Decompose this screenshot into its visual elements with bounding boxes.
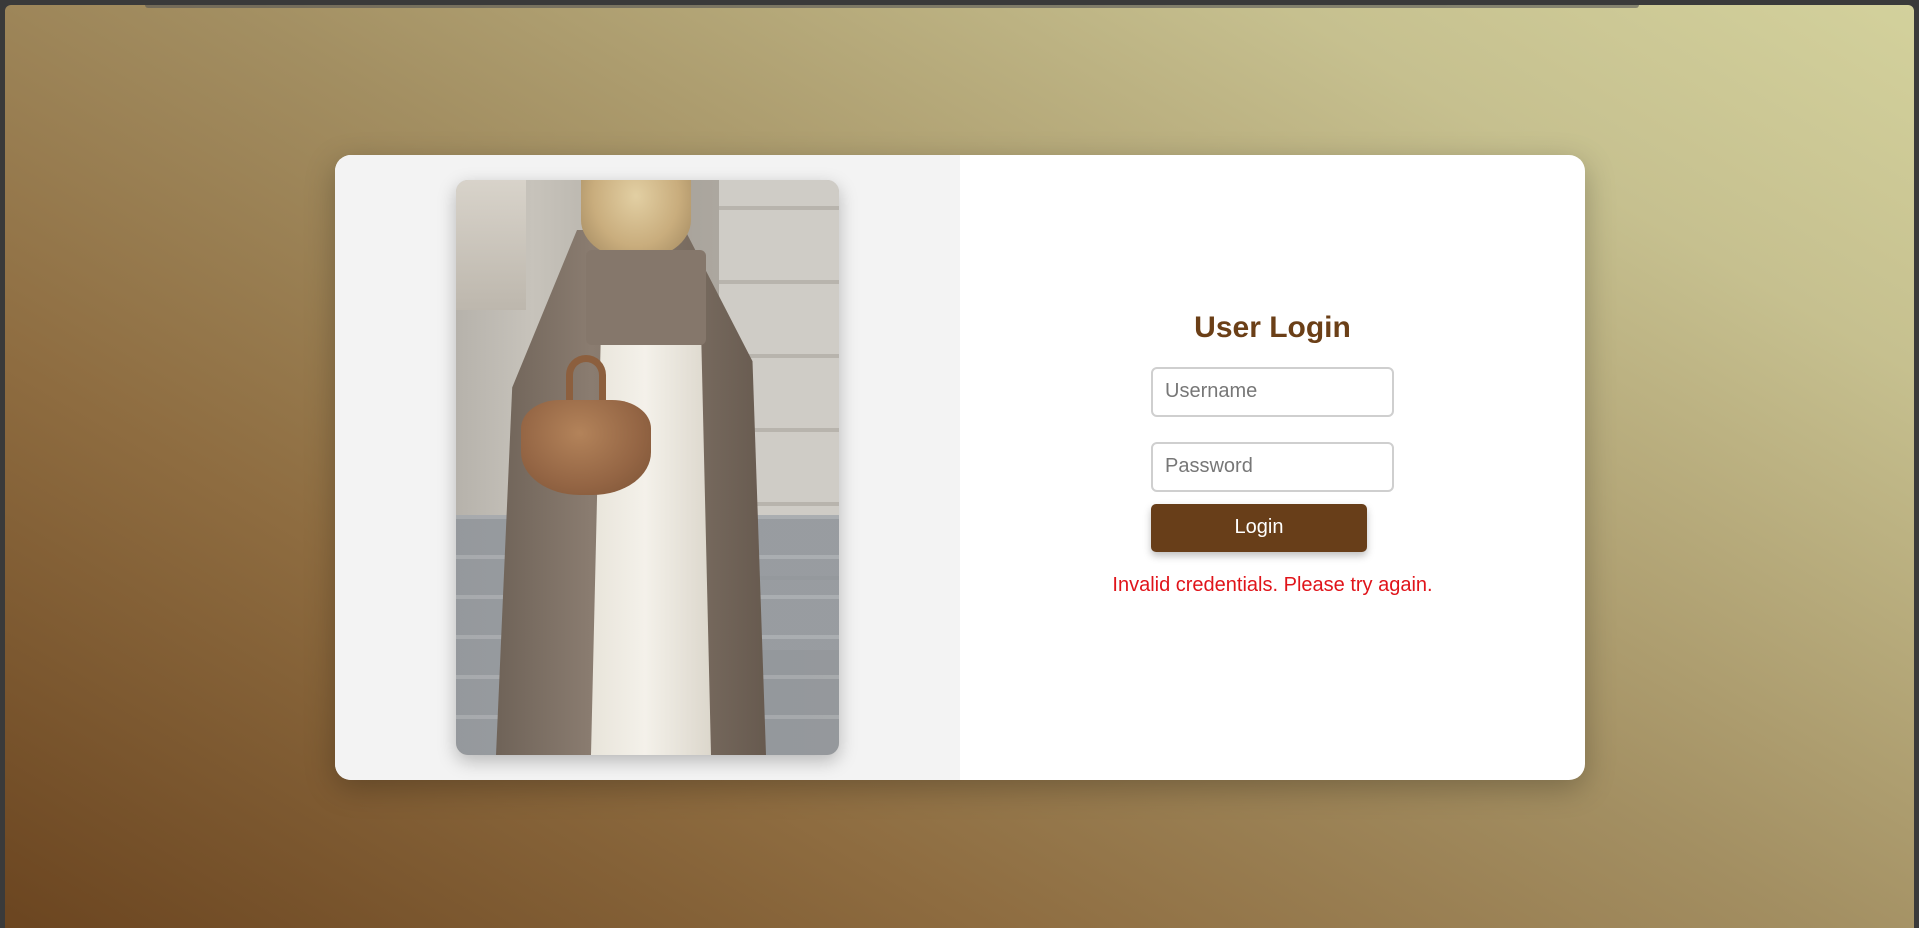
login-form: Login: [1151, 366, 1394, 552]
error-message: Invalid credentials. Please try again.: [1112, 573, 1433, 596]
form-panel: User Login Login Invalid credentials. Pl…: [960, 155, 1585, 780]
image-panel: [335, 155, 960, 780]
login-card: User Login Login Invalid credentials. Pl…: [335, 155, 1585, 780]
login-button[interactable]: Login: [1151, 503, 1367, 552]
browser-viewport: User Login Login Invalid credentials. Pl…: [5, 5, 1914, 928]
photo-sweater: [586, 250, 706, 345]
fashion-photo: [456, 180, 839, 755]
password-input[interactable]: [1151, 441, 1394, 492]
username-input[interactable]: [1151, 366, 1394, 417]
photo-building: [456, 180, 526, 310]
top-strip: [145, 5, 1639, 8]
photo-bag: [521, 400, 651, 495]
page-title: User Login: [1194, 310, 1351, 344]
photo-hair: [581, 180, 691, 260]
